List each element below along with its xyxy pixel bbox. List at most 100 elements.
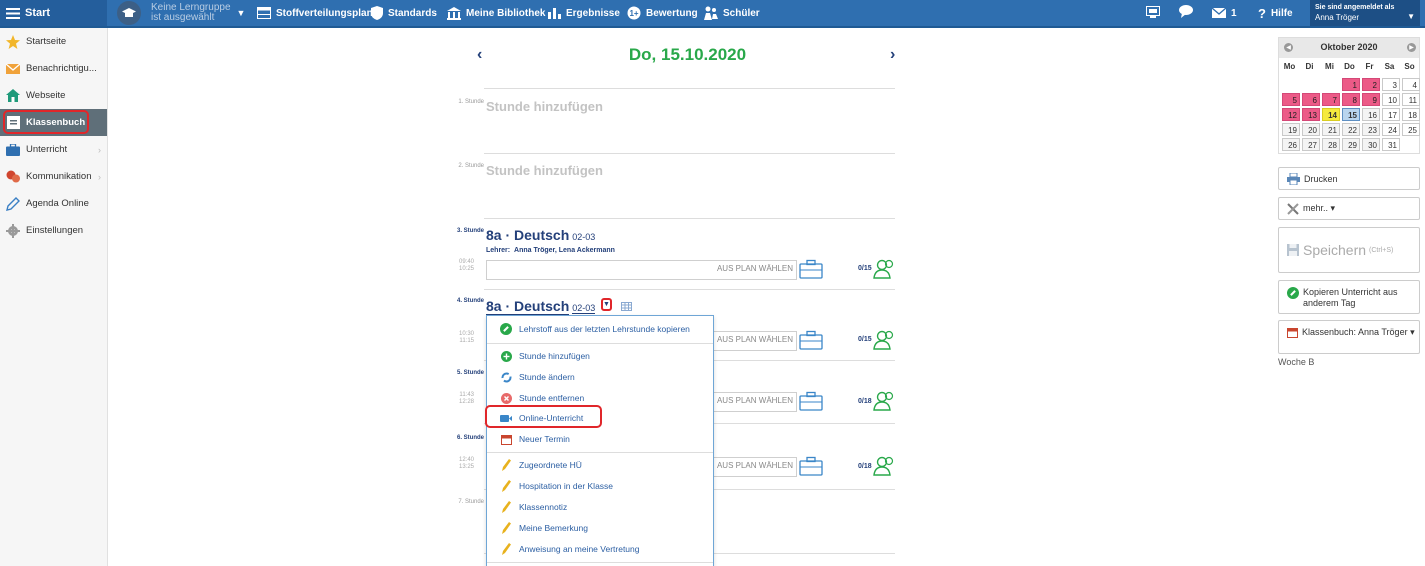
user-menu[interactable]: Sie sind angemeldet als Anna Tröger ▼ bbox=[1310, 0, 1420, 26]
mail-button[interactable]: 1 bbox=[1212, 0, 1237, 26]
chevron-right-icon: › bbox=[98, 144, 101, 155]
calendar-day[interactable]: 16 bbox=[1362, 108, 1380, 121]
menu-item-change-lesson[interactable]: Stunde ändern bbox=[487, 367, 713, 387]
calendar-day[interactable]: 24 bbox=[1382, 123, 1400, 136]
next-month-button[interactable]: ▶ bbox=[1407, 43, 1416, 52]
calendar-day[interactable]: 7 bbox=[1322, 93, 1340, 106]
library-icon bbox=[447, 6, 461, 20]
sidebar-item-einstellungen[interactable]: Einstellungen bbox=[0, 217, 107, 244]
calendar-day[interactable]: 5 bbox=[1282, 93, 1300, 106]
sidebar-item-agenda-online[interactable]: Agenda Online bbox=[0, 190, 107, 217]
calendar-day[interactable]: 6 bbox=[1302, 93, 1320, 106]
svg-text:1+: 1+ bbox=[629, 9, 638, 18]
calendar-day[interactable]: 21 bbox=[1322, 123, 1340, 136]
calendar-day[interactable]: 23 bbox=[1362, 123, 1380, 136]
graduation-cap-icon bbox=[117, 1, 141, 25]
calendar-day[interactable]: 11 bbox=[1402, 93, 1420, 106]
calendar-day[interactable]: 28 bbox=[1322, 138, 1340, 151]
nav-stoffverteilungsplan[interactable]: Stoffverteilungsplan bbox=[257, 0, 373, 26]
add-lesson-period-2[interactable]: Stunde hinzufügen bbox=[486, 163, 603, 178]
sidebar-item-webseite[interactable]: Webseite bbox=[0, 82, 107, 109]
start-menu-button[interactable]: Start bbox=[0, 0, 107, 26]
sidebar-item-benachrichtigungen[interactable]: Benachrichtigu... bbox=[0, 55, 107, 82]
sidebar-item-startseite[interactable]: Startseite bbox=[0, 28, 107, 55]
sidebar-item-kommunikation[interactable]: Kommunikation › bbox=[0, 163, 107, 190]
attendance-icon[interactable] bbox=[873, 391, 897, 411]
calendar-day[interactable]: 3 bbox=[1382, 78, 1400, 91]
mail-count: 1 bbox=[1231, 7, 1237, 19]
sidebar-item-unterricht[interactable]: Unterricht › bbox=[0, 136, 107, 163]
calendar-day[interactable]: 20 bbox=[1302, 123, 1320, 136]
calendar-day[interactable]: 18 bbox=[1402, 108, 1420, 121]
calendar-day[interactable]: 2 bbox=[1362, 78, 1380, 91]
menu-item-hospitation[interactable]: Hospitation in der Klasse bbox=[487, 476, 713, 496]
save-button[interactable]: Speichern (Ctrl+S) bbox=[1278, 227, 1420, 273]
attendance-icon[interactable] bbox=[873, 330, 897, 350]
calendar-day[interactable]: 27 bbox=[1302, 138, 1320, 151]
nav-ergebnisse[interactable]: Ergebnisse bbox=[548, 0, 620, 26]
briefcase-icon[interactable] bbox=[799, 456, 823, 476]
house-icon bbox=[6, 89, 20, 103]
help-button[interactable]: ? Hilfe bbox=[1258, 0, 1293, 26]
group-selector[interactable]: Keine Lerngruppe ist ausgewählt ▼ bbox=[117, 0, 245, 26]
calendar-day[interactable]: 26 bbox=[1282, 138, 1300, 151]
menu-item-my-remark[interactable]: Meine Bemerkung bbox=[487, 518, 713, 538]
chevron-left-icon: ◀ bbox=[1286, 45, 1291, 51]
grade-icon: 1+ bbox=[627, 6, 641, 20]
attendance-count: 0/18 bbox=[858, 398, 872, 405]
calendar-day[interactable]: 13 bbox=[1302, 108, 1320, 121]
menu-item-add-lesson[interactable]: Stunde hinzufügen bbox=[487, 346, 713, 366]
print-button[interactable]: Drucken bbox=[1278, 167, 1420, 190]
next-day-button[interactable]: › bbox=[890, 46, 895, 64]
briefcase-icon[interactable] bbox=[799, 259, 823, 279]
menu-item-new-appointment[interactable]: Neuer Termin bbox=[487, 429, 713, 449]
briefcase-icon[interactable] bbox=[799, 330, 823, 350]
calendar-day[interactable]: 17 bbox=[1382, 108, 1400, 121]
grid-icon[interactable] bbox=[621, 302, 632, 314]
calendar-day[interactable]: 15 bbox=[1342, 108, 1360, 121]
period-label: 2. Stunde bbox=[458, 163, 484, 169]
time-start: 12:40 bbox=[458, 457, 474, 463]
time-start: 11:43 bbox=[459, 392, 474, 398]
calendar-day[interactable]: 14 bbox=[1322, 108, 1340, 121]
calendar-weekday: So bbox=[1404, 62, 1415, 71]
calendar-day[interactable]: 8 bbox=[1342, 93, 1360, 106]
classbook-selector[interactable]: Klassenbuch: Anna Tröger ▾ bbox=[1278, 320, 1420, 354]
lesson-options-dropdown[interactable]: ▼ bbox=[601, 298, 612, 311]
more-button[interactable]: mehr.. ▾ bbox=[1278, 197, 1420, 220]
menu-item-substitute-instruction[interactable]: Anweisung an meine Vertretung bbox=[487, 539, 713, 559]
attendance-icon[interactable] bbox=[873, 259, 897, 279]
copy-lesson-button[interactable]: Kopieren Unterricht aus anderem Tag bbox=[1278, 280, 1420, 314]
calendar-day[interactable]: 12 bbox=[1282, 108, 1300, 121]
calendar-day[interactable]: 10 bbox=[1382, 93, 1400, 106]
screen-share-button[interactable] bbox=[1146, 0, 1160, 26]
start-label: Start bbox=[25, 7, 51, 19]
lesson-title[interactable]: 8a · Deutsch 02-03 bbox=[486, 298, 596, 315]
previous-month-button[interactable]: ◀ bbox=[1284, 43, 1293, 52]
chat-button[interactable] bbox=[1179, 0, 1195, 26]
menu-item-copy-lehrstoff[interactable]: Lehrstoff aus der letzten Lehrstunde kop… bbox=[487, 319, 713, 339]
calendar-day[interactable]: 9 bbox=[1362, 93, 1380, 106]
calendar-day[interactable]: 4 bbox=[1402, 78, 1420, 91]
nav-meine-bibliothek[interactable]: Meine Bibliothek bbox=[447, 0, 545, 26]
attendance-icon[interactable] bbox=[873, 456, 897, 476]
nav-standards[interactable]: Standards bbox=[371, 0, 437, 26]
nav-schueler[interactable]: Schüler bbox=[703, 0, 760, 26]
menu-item-homework[interactable]: Zugeordnete HÜ bbox=[487, 455, 713, 475]
nav-bewertung[interactable]: 1+ Bewertung bbox=[627, 0, 698, 26]
add-lesson-period-1[interactable]: Stunde hinzufügen bbox=[486, 99, 603, 114]
calendar-day[interactable]: 22 bbox=[1342, 123, 1360, 136]
calendar-day[interactable]: 19 bbox=[1282, 123, 1300, 136]
choose-from-plan-field[interactable]: AUS PLAN WÄHLEN bbox=[486, 260, 797, 280]
calendar-day[interactable]: 30 bbox=[1362, 138, 1380, 151]
calendar-day[interactable]: 25 bbox=[1402, 123, 1420, 136]
lesson-time: 10:30 11:15 bbox=[444, 331, 474, 345]
briefcase-icon[interactable] bbox=[799, 391, 823, 411]
menu-item-class-note[interactable]: Klassennotiz bbox=[487, 497, 713, 517]
user-name: Anna Tröger bbox=[1315, 13, 1360, 22]
calendar-day[interactable]: 29 bbox=[1342, 138, 1360, 151]
calendar-day[interactable]: 31 bbox=[1382, 138, 1400, 151]
calendar-day[interactable]: 1 bbox=[1342, 78, 1360, 91]
lesson-title[interactable]: 8a · Deutsch 02-03 bbox=[486, 227, 595, 243]
previous-day-button[interactable]: ‹ bbox=[477, 46, 482, 64]
